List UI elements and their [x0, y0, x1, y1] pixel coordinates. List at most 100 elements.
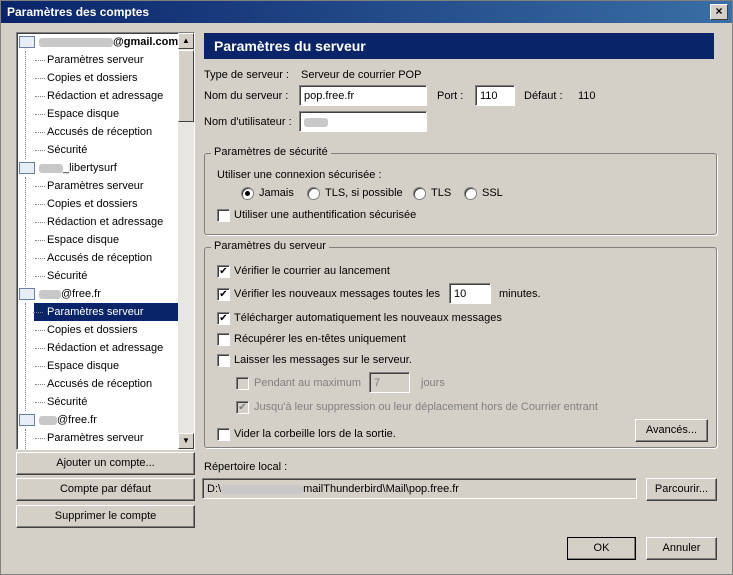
username-label: Nom d'utilisateur :: [204, 116, 292, 128]
minutes-label: minutes.: [499, 288, 541, 300]
headers-only-checkbox[interactable]: [217, 333, 230, 346]
tree-item-selected[interactable]: Paramètres serveur: [33, 303, 192, 321]
account-free-2[interactable]: @free.fr: [19, 411, 97, 429]
secure-auth-label[interactable]: Utiliser une authentification sécurisée: [234, 209, 416, 221]
server-settings-group: Paramètres du serveur: [204, 240, 717, 448]
account-icon: [19, 414, 35, 427]
empty-trash-label[interactable]: Vider la corbeille lors de la sortie.: [234, 428, 396, 440]
scroll-down-icon[interactable]: ▼: [178, 433, 194, 449]
tree-item[interactable]: Paramètres serveur: [35, 177, 192, 195]
for-max-days-input[interactable]: 7: [369, 372, 410, 393]
tree-item[interactable]: Accusés de réception: [35, 249, 192, 267]
account-icon: [19, 162, 35, 175]
ok-button[interactable]: OK: [567, 537, 636, 560]
username-input[interactable]: [299, 111, 427, 132]
local-dir-input[interactable]: D:\ mailThunderbird\Mail\pop.free.fr: [202, 478, 637, 499]
add-account-button[interactable]: Ajouter un compte...: [16, 452, 195, 475]
headers-only-label[interactable]: Récupérer les en-têtes uniquement: [234, 333, 406, 345]
radio-ssl-label[interactable]: SSL: [482, 187, 503, 199]
tree-scrollbar[interactable]: ▲ ▼: [178, 33, 194, 449]
scroll-up-icon[interactable]: ▲: [178, 33, 194, 49]
tree-item[interactable]: Espace disque: [35, 231, 192, 249]
server-settings-legend: Paramètres du serveur: [211, 240, 329, 252]
account-name: _libertysurf: [63, 162, 117, 174]
port-input[interactable]: 110: [475, 85, 515, 106]
delete-account-button[interactable]: Supprimer le compte: [16, 505, 195, 528]
until-deleted-checkbox[interactable]: ✔: [236, 401, 249, 414]
for-max-checkbox[interactable]: [236, 377, 249, 390]
browse-button[interactable]: Parcourir...: [646, 478, 717, 501]
radio-tls-label[interactable]: TLS: [431, 187, 451, 199]
check-startup-checkbox[interactable]: ✔: [217, 265, 230, 278]
blurred-text: [39, 415, 57, 425]
leave-on-server-label[interactable]: Laisser les messages sur le serveur.: [234, 354, 412, 366]
tree-item[interactable]: Sécurité: [35, 267, 192, 285]
server-name-label: Nom du serveur :: [204, 90, 289, 102]
tree-item[interactable]: Espace disque: [35, 105, 192, 123]
blurred-text: [39, 289, 61, 299]
server-type-value: Serveur de courrier POP: [301, 69, 422, 81]
close-button[interactable]: ×: [710, 4, 728, 20]
cancel-button[interactable]: Annuler: [646, 537, 717, 560]
radio-tls[interactable]: [413, 187, 426, 200]
tree-line: [25, 177, 26, 285]
default-account-button[interactable]: Compte par défaut: [16, 478, 195, 501]
radio-ssl[interactable]: [464, 187, 477, 200]
tree-item[interactable]: Copies et dossiers: [35, 321, 192, 339]
radio-never-label[interactable]: Jamais: [259, 187, 294, 199]
secure-connection-label: Utiliser une connexion sécurisée :: [217, 169, 382, 181]
tree-item[interactable]: Rédaction et adressage: [35, 87, 192, 105]
tree-item[interactable]: Rédaction et adressage: [35, 339, 192, 357]
blurred-text: [39, 163, 63, 173]
check-interval-input[interactable]: 10: [449, 283, 491, 304]
tree-item[interactable]: Sécurité: [35, 141, 192, 159]
radio-tls-if-possible[interactable]: [307, 187, 320, 200]
tree-item[interactable]: Accusés de réception: [35, 375, 192, 393]
default-port-value: 110: [578, 90, 596, 102]
account-name: @free.fr: [57, 414, 97, 426]
for-max-label: Pendant au maximum: [254, 377, 361, 389]
account-free-1[interactable]: @free.fr: [19, 285, 101, 303]
radio-tls-if-possible-label[interactable]: TLS, si possible: [325, 187, 403, 199]
tree-line: [25, 429, 26, 449]
tree-item[interactable]: Copies et dossiers: [35, 195, 192, 213]
empty-trash-checkbox[interactable]: [217, 428, 230, 441]
secure-auth-checkbox[interactable]: [217, 209, 230, 222]
tree-line: [25, 51, 26, 159]
security-legend: Paramètres de sécurité: [211, 146, 331, 158]
account-tree[interactable]: @gmail.com Paramètres serveur Copies et …: [16, 32, 195, 450]
panel-title: Paramètres du serveur: [204, 33, 714, 59]
account-settings-window: Paramètres des comptes × @gmail.com Para…: [0, 0, 733, 575]
auto-download-label[interactable]: Télécharger automatiquement les nouveaux…: [234, 312, 502, 324]
account-gmail[interactable]: @gmail.com: [19, 33, 178, 51]
radio-dot: [245, 191, 250, 196]
tree-item[interactable]: Rédaction et adressage: [35, 213, 192, 231]
radio-never[interactable]: [241, 187, 254, 200]
tree-item[interactable]: Accusés de réception: [35, 123, 192, 141]
local-dir-label: Répertoire local :: [204, 461, 288, 473]
check-startup-label[interactable]: Vérifier le courrier au lancement: [234, 265, 390, 277]
tree-item[interactable]: Copies et dossiers: [35, 69, 192, 87]
check-every-checkbox[interactable]: ✔: [217, 288, 230, 301]
auto-download-checkbox[interactable]: ✔: [217, 312, 230, 325]
server-name-input[interactable]: pop.free.fr: [299, 85, 427, 106]
account-name: @gmail.com: [113, 36, 179, 48]
advanced-button[interactable]: Avancés...: [635, 419, 708, 442]
blurred-text: [304, 117, 328, 127]
leave-on-server-checkbox[interactable]: [217, 354, 230, 367]
account-icon: [19, 36, 35, 49]
tree-item[interactable]: Sécurité: [35, 393, 192, 411]
account-icon: [19, 288, 35, 301]
account-libertysurf[interactable]: _libertysurf: [19, 159, 117, 177]
tree-item[interactable]: Paramètres serveur: [35, 429, 192, 447]
check-every-label[interactable]: Vérifier les nouveaux messages toutes le…: [234, 288, 440, 300]
local-dir-start: D:\: [207, 483, 222, 495]
scroll-thumb[interactable]: [178, 50, 194, 122]
blurred-text: [221, 484, 304, 494]
window-title: Paramètres des comptes: [7, 5, 150, 19]
default-port-label: Défaut :: [524, 90, 563, 102]
tree-item[interactable]: Espace disque: [35, 357, 192, 375]
tree-item[interactable]: Paramètres serveur: [35, 51, 192, 69]
server-type-label: Type de serveur :: [204, 69, 289, 81]
until-deleted-label: Jusqu'à leur suppression ou leur déplace…: [254, 401, 598, 413]
